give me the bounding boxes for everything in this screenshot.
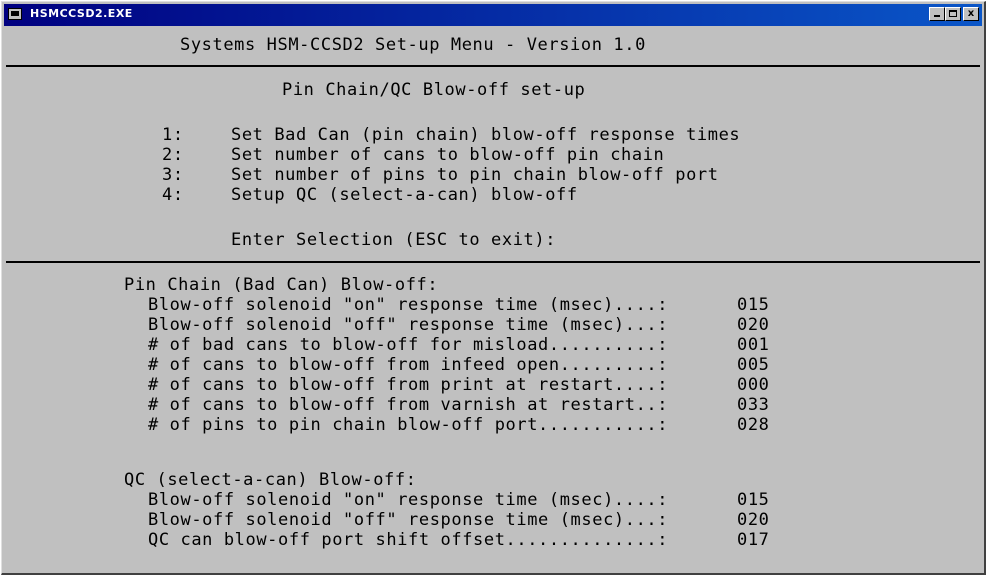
maximize-icon (949, 10, 957, 17)
pin-chain-row-label: Blow-off solenoid "off" response time (m… (148, 315, 669, 335)
menu-option-3-key: 3: (162, 165, 184, 185)
divider-bottom (6, 261, 980, 263)
window-controls: x (929, 7, 979, 21)
close-button[interactable]: x (963, 7, 979, 21)
pin-chain-row-value: 000 (737, 375, 770, 395)
page-title: Systems HSM-CCSD2 Set-up Menu - Version … (180, 35, 646, 55)
menu-option-1-key: 1: (162, 125, 184, 145)
menu-option-2[interactable]: Set number of cans to blow-off pin chain (231, 145, 664, 165)
close-icon: x (967, 8, 975, 19)
pin-chain-row-label: # of cans to blow-off from print at rest… (148, 375, 669, 395)
menu-option-2-key: 2: (162, 145, 184, 165)
qc-row-label: QC can blow-off port shift offset.......… (148, 530, 669, 550)
qc-row-value: 017 (737, 530, 770, 550)
menu-subtitle: Pin Chain/QC Blow-off set-up (282, 80, 586, 100)
pin-chain-heading: Pin Chain (Bad Can) Blow-off: (124, 275, 439, 295)
divider-top (6, 65, 980, 67)
pin-chain-row-label: # of bad cans to blow-off for misload...… (148, 335, 669, 355)
minimize-icon (934, 15, 940, 17)
pin-chain-row-value: 015 (737, 295, 770, 315)
qc-row-label: Blow-off solenoid "on" response time (ms… (148, 490, 669, 510)
menu-option-4-key: 4: (162, 185, 184, 205)
minimize-button[interactable] (929, 7, 945, 21)
console-screen: Systems HSM-CCSD2 Set-up Menu - Version … (6, 28, 980, 569)
pin-chain-row-label: # of cans to blow-off from infeed open..… (148, 355, 669, 375)
qc-row-value: 020 (737, 510, 770, 530)
menu-option-4[interactable]: Setup QC (select-a-can) blow-off (231, 185, 578, 205)
menu-option-3[interactable]: Set number of pins to pin chain blow-off… (231, 165, 719, 185)
qc-heading: QC (select-a-can) Blow-off: (124, 470, 417, 490)
pin-chain-row-value: 005 (737, 355, 770, 375)
menu-option-1[interactable]: Set Bad Can (pin chain) blow-off respons… (231, 125, 740, 145)
pin-chain-row-value: 033 (737, 395, 770, 415)
pin-chain-row-label: # of pins to pin chain blow-off port....… (148, 415, 669, 435)
window-title: HSMCCSD2.EXE (30, 7, 133, 20)
console-window: HSMCCSD2.EXE x Systems HSM-CCSD2 Set-up … (1, 1, 986, 575)
title-bar[interactable]: HSMCCSD2.EXE x (4, 4, 982, 26)
pin-chain-row-label: Blow-off solenoid "on" response time (ms… (148, 295, 669, 315)
pin-chain-row-value: 028 (737, 415, 770, 435)
pin-chain-row-value: 001 (737, 335, 770, 355)
qc-row-label: Blow-off solenoid "off" response time (m… (148, 510, 669, 530)
qc-row-value: 015 (737, 490, 770, 510)
pin-chain-row-label: # of cans to blow-off from varnish at re… (148, 395, 669, 415)
pin-chain-row-value: 020 (737, 315, 770, 335)
maximize-button[interactable] (945, 7, 961, 21)
console-app-icon[interactable] (8, 8, 22, 20)
selection-prompt[interactable]: Enter Selection (ESC to exit): (231, 230, 556, 250)
